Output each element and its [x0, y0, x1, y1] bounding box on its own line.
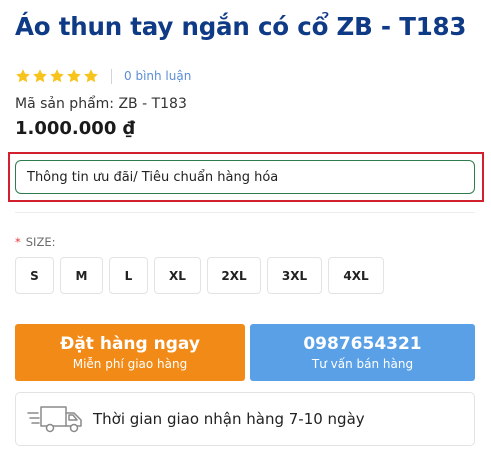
- size-option-2xl[interactable]: 2XL: [207, 257, 261, 294]
- size-option-l[interactable]: L: [109, 257, 148, 294]
- sales-advice-label: Tư vấn bán hàng: [311, 356, 414, 371]
- delivery-info: Thời gian giao nhận hàng 7-10 ngày: [15, 392, 475, 446]
- star-icon: [33, 69, 47, 83]
- order-now-button[interactable]: Đặt hàng ngay Miễn phí giao hàng: [15, 324, 245, 381]
- product-title: Áo thun tay ngắn có cổ ZB - T183: [15, 12, 467, 41]
- call-hotline-button[interactable]: 0987654321 Tư vấn bán hàng: [250, 324, 475, 381]
- required-mark: *: [15, 235, 21, 249]
- order-now-label: Đặt hàng ngay: [60, 333, 200, 354]
- size-option-s[interactable]: S: [15, 257, 54, 294]
- rating-stars[interactable]: [15, 68, 99, 84]
- size-option-4xl[interactable]: 4XL: [328, 257, 384, 294]
- truck-icon: [27, 406, 82, 433]
- rating-divider: [111, 68, 112, 84]
- promo-info-button[interactable]: Thông tin ưu đãi/ Tiêu chuẩn hàng hóa: [15, 160, 475, 194]
- free-shipping-label: Miễn phí giao hàng: [72, 356, 188, 371]
- section-divider: [15, 212, 475, 213]
- size-option-xl[interactable]: XL: [154, 257, 201, 294]
- size-option-3xl[interactable]: 3XL: [267, 257, 322, 294]
- review-count-link[interactable]: 0 bình luận: [124, 69, 191, 83]
- hotline-number: 0987654321: [303, 333, 422, 354]
- size-label: * SIZE:: [15, 235, 55, 249]
- star-icon: [67, 69, 81, 83]
- product-sku: Mã sản phẩm: ZB - T183: [15, 96, 187, 112]
- star-icon: [50, 69, 64, 83]
- size-options: S M L XL 2XL 3XL 4XL: [15, 257, 384, 294]
- size-option-m[interactable]: M: [60, 257, 103, 294]
- rating-row: 0 bình luận: [15, 67, 191, 85]
- size-label-text: SIZE:: [25, 235, 56, 249]
- delivery-time-text: Thời gian giao nhận hàng 7-10 ngày: [93, 410, 365, 428]
- product-price: 1.000.000 ₫: [15, 118, 136, 139]
- promo-info-label: Thông tin ưu đãi/ Tiêu chuẩn hàng hóa: [27, 169, 279, 185]
- star-icon: [16, 69, 30, 83]
- star-icon: [84, 69, 98, 83]
